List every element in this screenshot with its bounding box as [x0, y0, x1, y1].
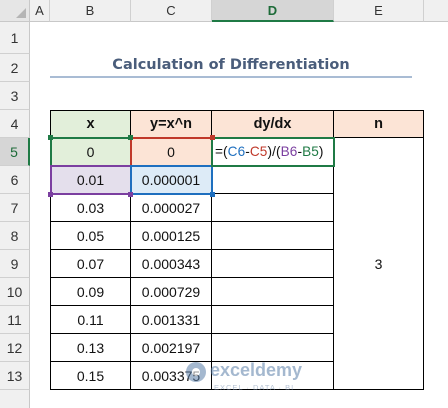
formula-ref-b5: B5: [302, 144, 319, 159]
row-header-3[interactable]: 3: [0, 82, 30, 110]
cell-n-merged[interactable]: 3: [334, 138, 424, 390]
spreadsheet: A B C D E 1 2 3 4 5 6 7 8 9 10 11 12 13 …: [0, 0, 448, 408]
cell-c10[interactable]: 0.000729: [131, 278, 212, 306]
row-header-10[interactable]: 10: [0, 278, 30, 306]
cell-d11[interactable]: [212, 306, 334, 334]
formula-ref-c6: C6: [227, 144, 246, 159]
column-header-d[interactable]: D: [212, 0, 334, 22]
ref-handle-c5[interactable]: [210, 135, 215, 140]
row-header-14[interactable]: [0, 390, 30, 408]
cell-c7[interactable]: 0.000027: [131, 194, 212, 222]
ref-handle-b5[interactable]: [128, 135, 133, 140]
column-header-b[interactable]: B: [50, 0, 131, 22]
cell-d12[interactable]: [212, 334, 334, 362]
cell-b8[interactable]: 0.05: [51, 222, 131, 250]
sheet-title: Calculation of Differentiation: [50, 54, 412, 78]
header-y[interactable]: y=x^n: [131, 111, 212, 138]
column-header-a[interactable]: A: [30, 0, 50, 22]
column-header-f[interactable]: [424, 0, 448, 22]
cell-b13[interactable]: 0.15: [51, 362, 131, 390]
row-header-4[interactable]: 4: [0, 110, 30, 138]
cell-b12[interactable]: 0.13: [51, 334, 131, 362]
row-header-2[interactable]: 2: [0, 54, 30, 82]
cell-c6[interactable]: 0.000001: [131, 166, 212, 194]
row-header-8[interactable]: 8: [0, 222, 30, 250]
cell-d7[interactable]: [212, 194, 334, 222]
row-header-5[interactable]: 5: [0, 138, 30, 166]
cell-b11[interactable]: 0.11: [51, 306, 131, 334]
cell-b9[interactable]: 0.07: [51, 250, 131, 278]
row-header-6[interactable]: 6: [0, 166, 30, 194]
ref-handle-b6[interactable]: [128, 192, 133, 197]
cell-b5[interactable]: 0: [51, 138, 131, 166]
column-header-e[interactable]: E: [334, 0, 424, 22]
row-header-9[interactable]: 9: [0, 250, 30, 278]
cell-c5[interactable]: 0: [131, 138, 212, 166]
row-header-7[interactable]: 7: [0, 194, 30, 222]
header-x[interactable]: x: [51, 111, 131, 138]
select-all-corner[interactable]: [0, 0, 30, 22]
header-dydx[interactable]: dy/dx: [212, 111, 334, 138]
watermark-tagline: EXCEL · DATA · BI: [214, 383, 295, 392]
row-header-13[interactable]: 13: [0, 362, 30, 390]
ref-handle-b5[interactable]: [48, 135, 53, 140]
ref-handle-b6[interactable]: [48, 192, 53, 197]
formula-ref-c5: C5: [249, 144, 268, 159]
cell-b7[interactable]: 0.03: [51, 194, 131, 222]
header-n[interactable]: n: [334, 111, 424, 138]
watermark: exceldemy EXCEL · DATA · BI: [186, 360, 306, 400]
watermark-logo-icon: [186, 362, 206, 382]
cell-c11[interactable]: 0.001331: [131, 306, 212, 334]
watermark-name: exceldemy: [210, 360, 303, 380]
formula-part: =(: [215, 144, 228, 159]
cell-d8[interactable]: [212, 222, 334, 250]
column-header-c[interactable]: C: [131, 0, 212, 22]
cell-c12[interactable]: 0.002197: [131, 334, 212, 362]
formula-ref-b6: B6: [280, 144, 298, 159]
cell-d5-formula[interactable]: =(C6- C5)/(B6- B5): [212, 138, 334, 166]
row-header-11[interactable]: 11: [0, 306, 30, 334]
row-header-12[interactable]: 12: [0, 334, 30, 362]
cell-d6[interactable]: [212, 166, 334, 194]
cell-d9[interactable]: [212, 250, 334, 278]
cell-c8[interactable]: 0.000125: [131, 222, 212, 250]
cell-d10[interactable]: [212, 278, 334, 306]
row-header-1[interactable]: 1: [0, 22, 30, 54]
formula-part: ): [318, 144, 324, 159]
cell-c9[interactable]: 0.000343: [131, 250, 212, 278]
formula-part: )/(: [267, 144, 281, 159]
cell-b10[interactable]: 0.09: [51, 278, 131, 306]
ref-handle-c6[interactable]: [210, 192, 215, 197]
cell-b6[interactable]: 0.01: [51, 166, 131, 194]
